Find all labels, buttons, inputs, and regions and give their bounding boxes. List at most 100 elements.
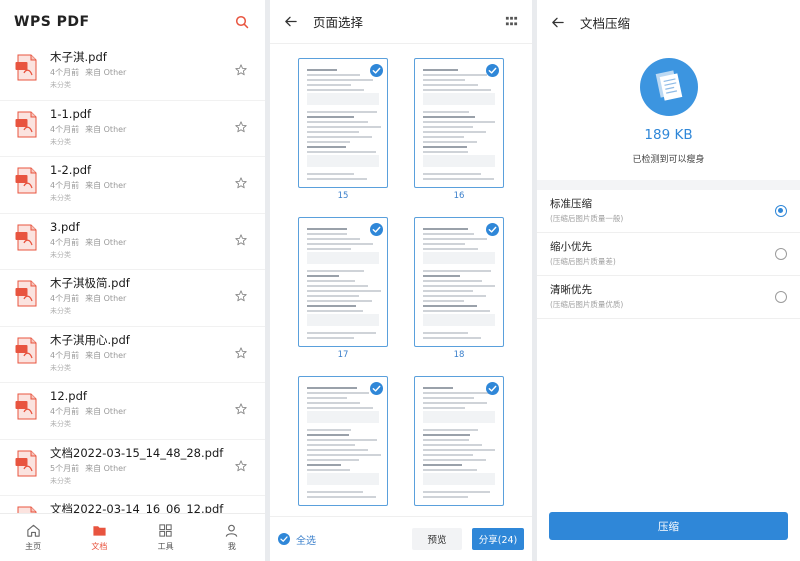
file-category: 未分类 xyxy=(50,194,71,202)
back-arrow-icon[interactable] xyxy=(551,16,564,29)
page-thumbnail[interactable] xyxy=(298,58,388,188)
page-selected-check-icon[interactable] xyxy=(486,64,499,77)
file-name: 1-1.pdf xyxy=(50,106,92,121)
file-text: 木子淇极简.pdf 4个月前 来自 Other 未分类 xyxy=(50,276,253,316)
compress-button[interactable]: 压缩 xyxy=(549,512,788,540)
file-source: 来自 Other xyxy=(85,68,127,77)
page-number-label: 15 xyxy=(337,191,349,201)
file-name: 3.pdf xyxy=(50,219,80,234)
page-thumbnail[interactable] xyxy=(414,376,504,506)
file-list-item[interactable]: 1-2.pdf 4个月前 来自 Other 未分类 xyxy=(0,157,265,214)
star-icon[interactable] xyxy=(235,120,247,133)
select-all-toggle[interactable]: 全选 xyxy=(278,532,316,547)
file-name: 12.pdf xyxy=(50,389,87,403)
pdf-file-icon xyxy=(15,280,37,307)
select-all-label: 全选 xyxy=(296,535,316,547)
app-header: WPS PDF xyxy=(0,0,265,44)
search-icon[interactable] xyxy=(235,15,249,29)
nav-me[interactable]: 我 xyxy=(199,514,265,561)
option-standard[interactable]: 标准压缩 (压缩后图片质量一般) xyxy=(537,190,800,233)
option-standard-radio[interactable] xyxy=(775,205,787,217)
file-list: 木子淇.pdf 4个月前 来自 Other 未分类 1-1.pdf 4个月前 来自 Othe… xyxy=(0,44,265,513)
option-size-first-radio[interactable] xyxy=(775,248,787,260)
file-time: 4个月前 xyxy=(50,68,80,77)
file-category: 未分类 xyxy=(50,307,71,315)
nav-tools[interactable]: 工具 xyxy=(133,514,199,561)
file-category: 未分类 xyxy=(50,420,71,428)
back-arrow-icon[interactable] xyxy=(284,15,297,28)
page-thumbnail[interactable] xyxy=(298,376,388,506)
file-text: 文档2022-03-14_16_06_12.pdf5个月前来自 Other未分类 xyxy=(50,502,253,513)
file-category: 未分类 xyxy=(50,363,71,372)
pdf-file-icon xyxy=(15,337,37,363)
share-button[interactable]: 分享(24) xyxy=(472,528,524,550)
page-thumbnail[interactable] xyxy=(298,217,388,347)
file-time: 4个月前 xyxy=(50,407,80,416)
page-number-label: 18 xyxy=(453,350,465,360)
option-clarity-first-radio[interactable] xyxy=(775,291,787,303)
star-icon[interactable] xyxy=(235,233,247,246)
file-text: 1-2.pdf 4个月前 来自 Other 未分类 xyxy=(50,163,253,203)
page-select-header: 页面选择 xyxy=(270,0,532,44)
file-list-item[interactable]: 木子淇用心.pdf 4个月前 来自 Other 未分类 xyxy=(0,327,265,383)
user-icon xyxy=(226,524,238,537)
star-icon[interactable] xyxy=(235,290,247,302)
nav-home[interactable]: 主页 xyxy=(0,514,66,561)
page-thumbnail[interactable] xyxy=(414,217,504,347)
file-source: 来自 Other xyxy=(85,294,127,303)
file-list-item[interactable]: 3.pdf 4个月前 来自 Other 未分类 xyxy=(0,214,265,270)
file-source: 来自 Other xyxy=(85,407,127,416)
file-list-item[interactable]: 12.pdf 4个月前 来自 Other 未分类 xyxy=(0,383,265,440)
file-name: 1-2.pdf xyxy=(50,163,92,177)
page-selected-check-icon[interactable] xyxy=(370,64,383,77)
file-time: 4个月前 xyxy=(50,237,80,247)
folder-icon xyxy=(93,526,106,536)
option-clarity-first[interactable]: 清晰优先 (压缩后图片质量优质) xyxy=(537,276,800,319)
page-selected-check-icon[interactable] xyxy=(486,223,499,236)
page-selected-check-icon[interactable] xyxy=(370,223,383,236)
file-category: 未分类 xyxy=(50,250,71,259)
file-list-item[interactable]: 1-1.pdf 4个月前 来自 Other 未分类 xyxy=(0,101,265,157)
star-icon[interactable] xyxy=(235,177,247,189)
file-list-item[interactable]: 木子淇极简.pdf 4个月前 来自 Other 未分类 xyxy=(0,270,265,327)
file-name: 木子淇极简.pdf xyxy=(50,276,130,290)
option-standard-subtitle: (压缩后图片质量一般) xyxy=(550,214,624,223)
file-text: 3.pdf 4个月前 来自 Other 未分类 xyxy=(50,220,253,260)
star-icon[interactable] xyxy=(235,64,247,76)
option-clarity-first-title: 清晰优先 xyxy=(550,284,592,296)
page-thumbnail[interactable] xyxy=(414,58,504,188)
nav-documents-label: 文档 xyxy=(91,542,108,551)
star-icon[interactable] xyxy=(235,346,247,359)
page-select-screen: 页面选择 15 16 17 18 全选 预览 分享(24) xyxy=(270,0,532,561)
file-name: 木子淇.pdf xyxy=(50,50,107,64)
nav-documents[interactable]: 文档 xyxy=(66,514,132,561)
pdf-file-icon xyxy=(17,506,37,513)
compressed-size-value: 189 KB xyxy=(644,127,693,143)
file-list-item[interactable]: 文档2022-03-14_16_06_12.pdf5个月前来自 Other未分类 xyxy=(0,496,265,513)
grid-view-icon[interactable] xyxy=(505,15,518,28)
page-selected-check-icon[interactable] xyxy=(486,382,499,395)
file-meta: 4个月前 来自 Other xyxy=(50,67,253,78)
page-select-footer: 全选 预览 分享(24) xyxy=(270,516,532,561)
file-time: 4个月前 xyxy=(50,181,80,190)
star-icon[interactable] xyxy=(235,403,247,415)
preview-button[interactable]: 预览 xyxy=(412,528,462,550)
file-text: 1-1.pdf 4个月前 来自 Other 未分类 xyxy=(50,107,253,147)
compress-header: 文档压缩 xyxy=(537,0,800,44)
file-source: 来自 Other xyxy=(85,124,127,134)
file-meta: 4个月前 来自 Other xyxy=(50,350,253,361)
option-size-first[interactable]: 缩小优先 (压缩后图片质量差) xyxy=(537,233,800,276)
file-text: 文档2022-03-15_14_48_28.pdf 5个月前 来自 Other 未分类 xyxy=(50,446,253,486)
file-category: 未分类 xyxy=(50,81,71,89)
star-icon[interactable] xyxy=(235,459,247,472)
page-number-label: 16 xyxy=(453,191,465,201)
pdf-file-icon xyxy=(15,111,37,137)
page-selected-check-icon[interactable] xyxy=(370,382,383,395)
file-list-item[interactable]: 木子淇.pdf 4个月前 来自 Other 未分类 xyxy=(0,44,265,101)
file-category: 未分类 xyxy=(50,476,71,485)
file-meta: 4个月前 来自 Other xyxy=(50,293,253,304)
pdf-file-icon xyxy=(15,393,37,420)
file-meta: 5个月前 来自 Other xyxy=(50,463,253,474)
file-time: 4个月前 xyxy=(50,350,80,360)
file-list-item[interactable]: 文档2022-03-15_14_48_28.pdf 5个月前 来自 Other 未分类 xyxy=(0,440,265,496)
